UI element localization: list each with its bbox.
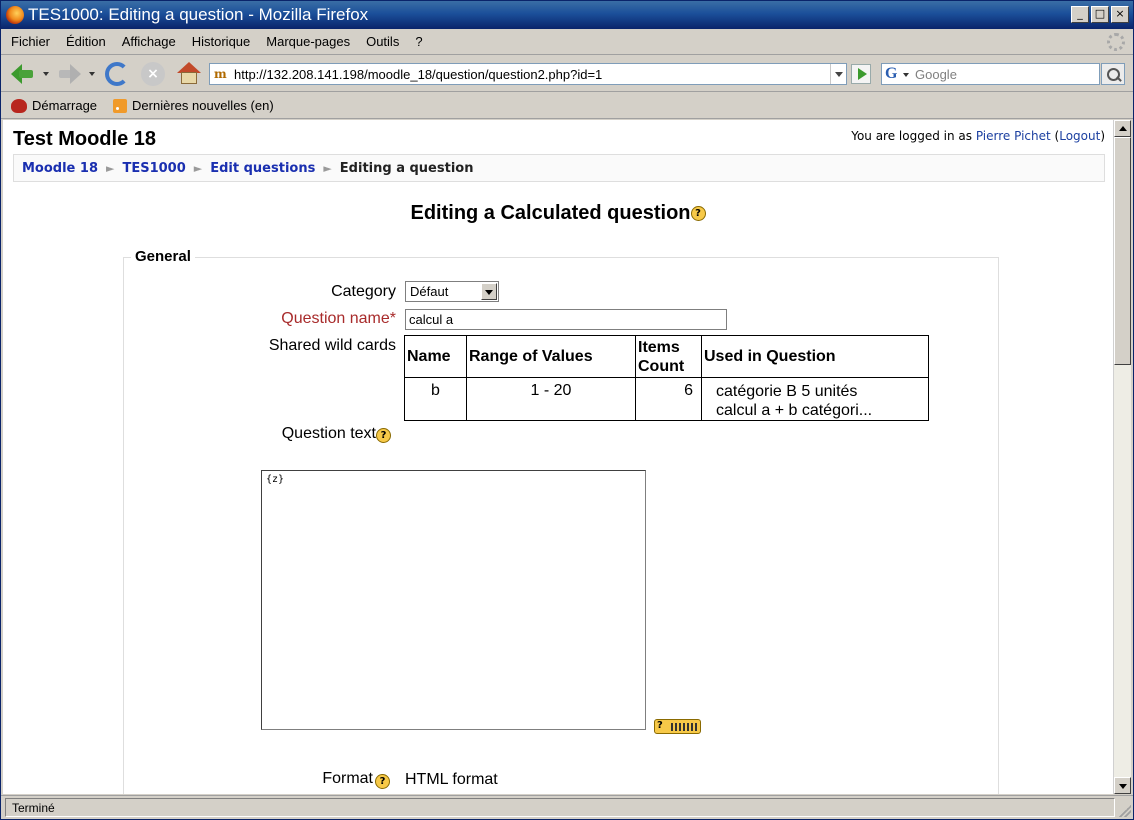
search-engine-selector[interactable]: G: [881, 63, 913, 85]
question-name-label: Question name*: [281, 310, 396, 327]
vertical-scrollbar[interactable]: [1113, 120, 1131, 794]
window-title: TES1000: Editing a question - Mozilla Fi…: [28, 5, 369, 24]
search-input[interactable]: Google: [912, 63, 1100, 85]
window-controls: _ □ ×: [1071, 6, 1129, 23]
rss-feed-icon: [113, 98, 128, 113]
forward-history-dropdown-icon[interactable]: [89, 72, 95, 76]
logout-link[interactable]: Logout: [1059, 129, 1100, 143]
back-history-dropdown-icon[interactable]: [43, 72, 49, 76]
page-title: Editing a Calculated question?: [3, 202, 1113, 225]
status-text: Terminé: [5, 798, 1115, 817]
menu-historique[interactable]: Historique: [192, 34, 251, 49]
resize-grip-icon[interactable]: [1119, 805, 1131, 817]
search-icon[interactable]: [1101, 63, 1125, 85]
login-prefix: You are logged in as: [851, 129, 976, 143]
scroll-down-icon[interactable]: [1114, 777, 1131, 794]
title-bar: TES1000: Editing a question - Mozilla Fi…: [1, 1, 1133, 29]
category-selected-value: Défaut: [410, 284, 449, 299]
moodle-favicon-icon: m: [214, 67, 227, 81]
menu-bar: Fichier Édition Affichage Historique Mar…: [1, 29, 1133, 55]
help-icon[interactable]: ?: [690, 206, 706, 222]
page-title-text: Editing a Calculated question: [410, 202, 691, 224]
bookmark-icon: [11, 98, 27, 113]
minimize-button[interactable]: _: [1071, 6, 1089, 23]
browser-window: TES1000: Editing a question - Mozilla Fi…: [0, 0, 1134, 820]
menu-outils[interactable]: Outils: [366, 34, 399, 49]
used-in-question-1: catégorie B 5 unités: [716, 383, 858, 400]
back-button[interactable]: [11, 62, 35, 86]
used-in-question-2: calcul a + b catégori...: [716, 402, 873, 419]
url-text[interactable]: http://132.208.141.198/moodle_18/questio…: [234, 67, 602, 82]
format-label: Format: [322, 770, 373, 787]
breadcrumb-separator-icon: ►: [193, 161, 203, 175]
breadcrumb-edit-questions[interactable]: Edit questions: [210, 161, 315, 176]
navigation-toolbar: × m http://132.208.141.198/moodle_18/que…: [1, 56, 1133, 92]
breadcrumb-current: Editing a question: [339, 160, 474, 176]
scroll-up-icon[interactable]: [1114, 120, 1131, 137]
wild-card-count: 6: [635, 377, 702, 421]
column-header-used-in-question: Used in Question: [701, 335, 929, 378]
category-select[interactable]: Défaut: [405, 281, 499, 302]
breadcrumb-separator-icon: ►: [106, 161, 115, 175]
reload-icon[interactable]: [105, 62, 129, 86]
address-bar[interactable]: m http://132.208.141.198/moodle_18/quest…: [209, 63, 847, 85]
user-profile-link[interactable]: Pierre Pichet: [976, 129, 1051, 143]
wild-card-used-in: catégorie B 5 unités calcul a + b catégo…: [701, 377, 929, 421]
bookmark-label: Dernières nouvelles (en): [132, 98, 274, 113]
category-label: Category: [331, 283, 396, 300]
forward-arrow-icon: [70, 64, 81, 84]
table-header-row: Name Range of Values Items Count Used in …: [404, 335, 929, 378]
breadcrumb-moodle-18[interactable]: Moodle 18: [22, 161, 98, 176]
page-content: Test Moodle 18 You are logged in as Pier…: [3, 120, 1113, 794]
column-header-name: Name: [404, 335, 467, 378]
bookmark-dernieres-nouvelles[interactable]: Dernières nouvelles (en): [113, 98, 274, 113]
close-button[interactable]: ×: [1111, 6, 1129, 23]
question-name-input[interactable]: calcul a: [405, 309, 727, 330]
column-header-range: Range of Values: [466, 335, 636, 378]
shared-wild-cards-table: Name Range of Values Items Count Used in …: [404, 335, 929, 421]
table-row: b 1 - 20 6 catégorie B 5 unités calcul a…: [404, 377, 929, 421]
maximize-button[interactable]: □: [1091, 6, 1109, 23]
shared-wild-cards-label: Shared wild cards: [268, 337, 396, 354]
bookmarks-toolbar: Démarrage Dernières nouvelles (en): [1, 93, 1133, 119]
menu-affichage[interactable]: Affichage: [122, 34, 176, 49]
stop-icon[interactable]: ×: [141, 62, 165, 86]
wild-card-name: b: [404, 377, 467, 421]
breadcrumb-course[interactable]: TES1000: [122, 161, 185, 176]
home-icon[interactable]: [177, 62, 201, 86]
question-text-label: Question text: [281, 425, 376, 442]
status-bar: Terminé: [1, 795, 1133, 819]
firefox-icon: [6, 6, 24, 24]
breadcrumb-separator-icon: ►: [323, 161, 332, 175]
site-title: Test Moodle 18: [13, 128, 156, 150]
menu-help[interactable]: ?: [415, 34, 422, 49]
forward-button[interactable]: [57, 62, 81, 86]
login-info: You are logged in as Pierre Pichet (Logo…: [851, 129, 1105, 143]
breadcrumb: Moodle 18 ► TES1000 ► Edit questions ► E…: [13, 154, 1105, 182]
scrollbar-thumb[interactable]: [1114, 137, 1131, 365]
bookmark-demarrage[interactable]: Démarrage: [11, 98, 97, 113]
fieldset-legend: General: [131, 248, 195, 265]
go-button[interactable]: [851, 64, 871, 84]
format-value: HTML format: [405, 771, 498, 788]
menu-edition[interactable]: Édition: [66, 34, 106, 49]
menu-marque-pages[interactable]: Marque-pages: [266, 34, 350, 49]
url-history-dropdown-icon[interactable]: [830, 64, 846, 84]
menu-fichier[interactable]: Fichier: [11, 34, 50, 49]
throbber-icon: [1107, 33, 1125, 51]
chevron-down-icon[interactable]: [481, 283, 497, 300]
help-icon[interactable]: ?: [376, 428, 391, 443]
bookmark-label: Démarrage: [32, 98, 98, 113]
keyboard-help-icon[interactable]: ?: [654, 719, 701, 734]
wild-card-range: 1 - 20: [466, 377, 636, 421]
help-icon[interactable]: ?: [375, 774, 390, 789]
question-text-editor[interactable]: {z}: [261, 470, 646, 730]
column-header-items-count: Items Count: [635, 335, 702, 378]
